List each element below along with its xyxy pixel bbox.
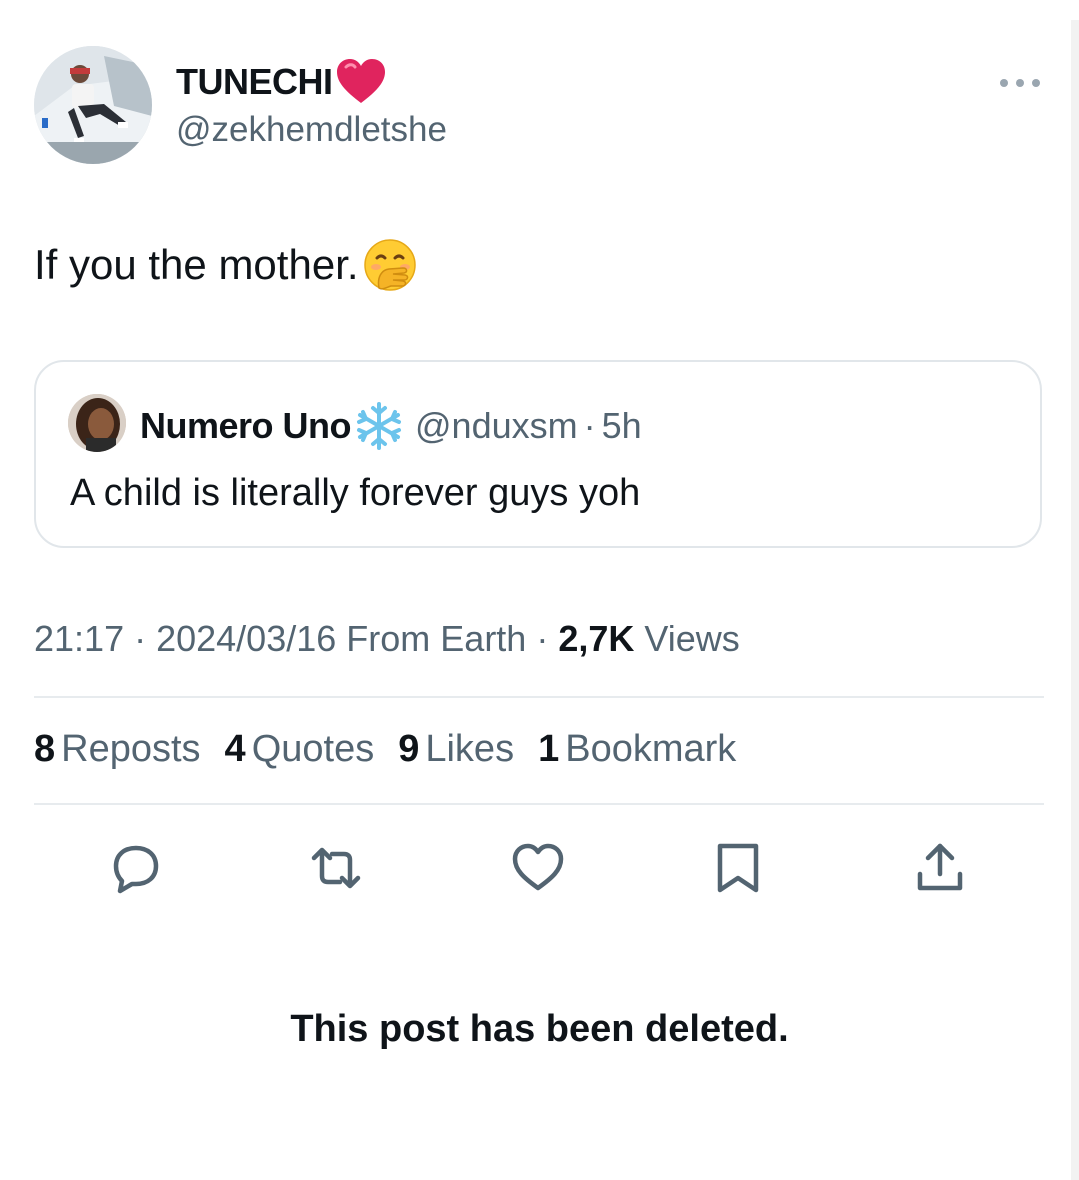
- views-label: Views: [644, 618, 740, 659]
- snowflake-icon: [357, 402, 401, 450]
- tweet-meta: 21:17 · 2024/03/16 From Earth · 2,7K Vie…: [34, 618, 740, 660]
- face-with-hand-over-mouth-icon: [363, 239, 416, 291]
- engagement-stats: 8 Reposts 4 Quotes 9 Likes 1 Bookmark: [34, 728, 736, 771]
- stat-bookmarks[interactable]: 1 Bookmark: [538, 728, 736, 771]
- tweet-time[interactable]: 21:17: [34, 618, 124, 659]
- display-name-text: TUNECHI: [176, 61, 333, 102]
- stat-quotes[interactable]: 4 Quotes: [225, 728, 375, 771]
- author-display-name[interactable]: TUNECHI: [176, 58, 387, 106]
- deleted-post-notice: This post has been deleted.: [290, 1008, 789, 1050]
- quoted-tweet-header: Numero Uno @nduxsm · 5h: [140, 400, 642, 452]
- like-button[interactable]: [508, 838, 568, 898]
- reply-icon: [113, 845, 159, 894]
- quoted-tweet-card[interactable]: Numero Uno @nduxsm · 5h A child is liter…: [34, 360, 1042, 548]
- quoted-display-name[interactable]: Numero Uno: [140, 405, 352, 447]
- quoted-avatar-photo: [68, 394, 126, 452]
- bookmark-icon: [717, 843, 759, 893]
- reposts-count: 8: [34, 728, 56, 770]
- author-avatar[interactable]: [34, 46, 152, 164]
- red-heart-icon: [336, 59, 385, 103]
- bookmarks-count: 1: [538, 728, 560, 770]
- tweet-text: If you the mother.: [34, 238, 417, 292]
- divider: [34, 803, 1044, 805]
- quoted-tweet-text: A child is literally forever guys yoh: [70, 472, 641, 514]
- separator-dot: ·: [583, 405, 596, 446]
- likes-label: Likes: [425, 728, 515, 770]
- scrollbar[interactable]: [1071, 20, 1079, 1180]
- like-icon: [512, 843, 564, 891]
- quoted-author-avatar[interactable]: [68, 394, 126, 452]
- author-handle[interactable]: @zekhemdletshe: [176, 110, 447, 150]
- meta-separator: ·: [526, 618, 559, 659]
- stat-reposts[interactable]: 8 Reposts: [34, 728, 201, 771]
- views-count: 2,7K: [558, 618, 635, 659]
- meta-separator: ·: [124, 618, 157, 659]
- bookmark-button[interactable]: [708, 838, 768, 898]
- quoted-timestamp[interactable]: 5h: [602, 405, 642, 447]
- tweet-text-content: If you the mother.: [34, 241, 359, 288]
- stat-likes[interactable]: 9 Likes: [398, 728, 514, 771]
- reposts-label: Reposts: [61, 728, 201, 770]
- quotes-label: Quotes: [251, 728, 375, 770]
- repost-icon: [311, 847, 361, 889]
- share-icon: [917, 843, 963, 891]
- avatar-photo: [34, 46, 152, 164]
- repost-button[interactable]: [306, 838, 366, 898]
- ellipsis-icon: [1000, 79, 1040, 87]
- reply-button[interactable]: [106, 838, 166, 898]
- divider: [34, 696, 1044, 698]
- share-button[interactable]: [910, 838, 970, 898]
- tweet-source: From Earth: [346, 618, 527, 659]
- tweet-date[interactable]: 2024/03/16: [156, 618, 336, 659]
- quotes-count: 4: [224, 728, 246, 770]
- quoted-handle[interactable]: @nduxsm: [415, 405, 578, 447]
- bookmarks-label: Bookmark: [565, 728, 737, 770]
- likes-count: 9: [398, 728, 420, 770]
- more-options-button[interactable]: [998, 72, 1042, 94]
